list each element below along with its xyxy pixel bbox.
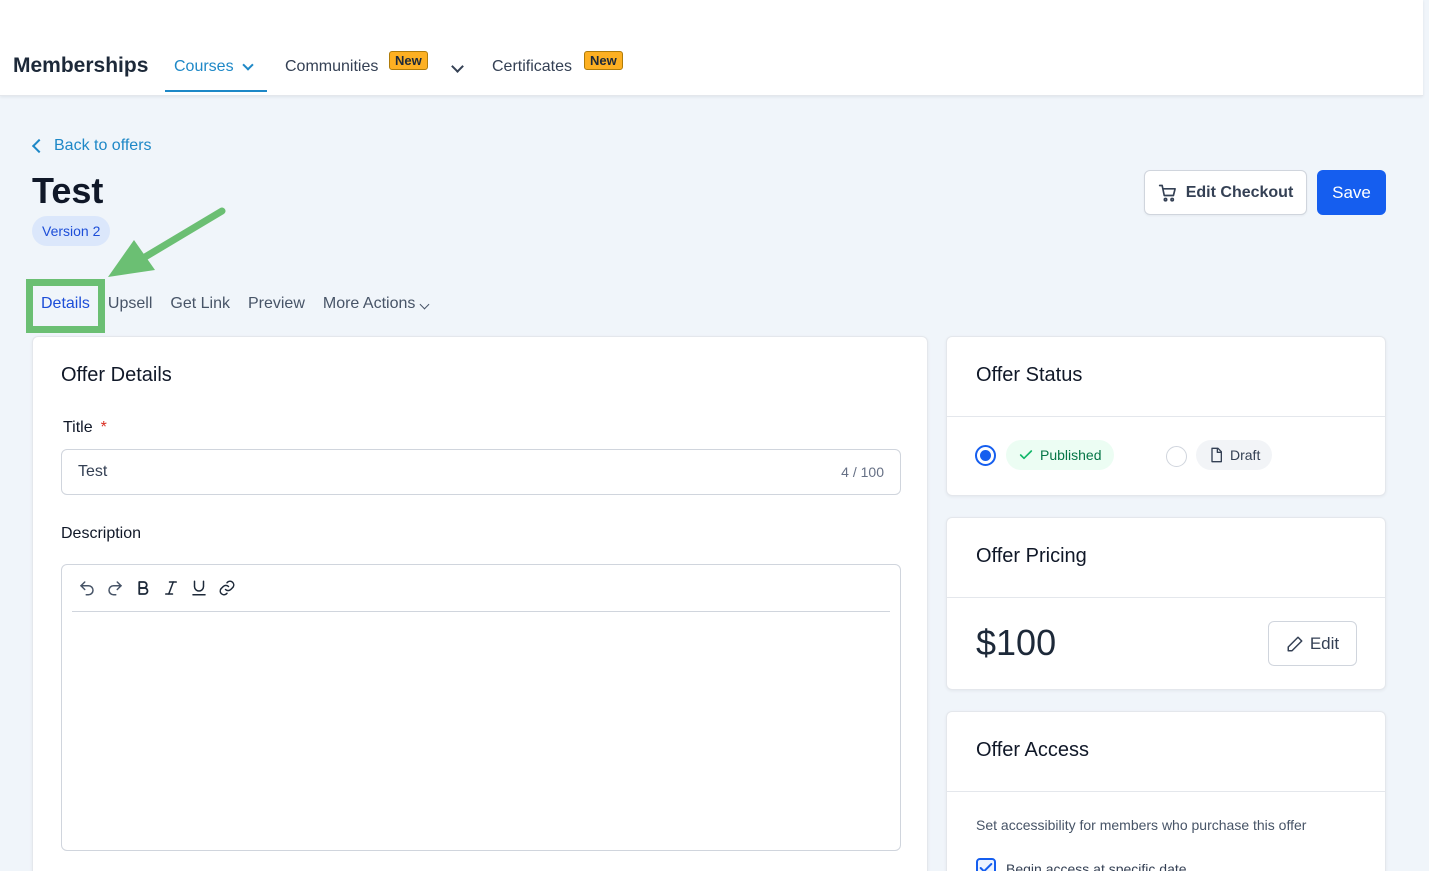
tab-more-actions[interactable]: More Actions: [322, 295, 430, 313]
divider: [947, 791, 1385, 792]
page-title: Test: [32, 170, 104, 211]
new-badge: New: [584, 51, 623, 70]
published-radio[interactable]: [975, 445, 996, 466]
brand-title: Memberships: [13, 54, 149, 77]
edit-checkout-label: Edit Checkout: [1185, 183, 1294, 201]
back-to-offers-link[interactable]: Back to offers: [31, 137, 152, 155]
draft-radio[interactable]: [1166, 446, 1187, 467]
draft-label: Draft: [1230, 447, 1261, 463]
chevron-down-icon: [241, 58, 254, 71]
required-mark: *: [100, 419, 107, 436]
tab-more-actions-label: More Actions: [322, 295, 416, 312]
active-tab-underline: [165, 90, 267, 92]
offer-price: $100: [976, 622, 1057, 663]
offer-pricing-card: Offer Pricing $100 Edit: [946, 517, 1386, 690]
published-label: Published: [1040, 447, 1102, 463]
undo-icon[interactable]: [76, 577, 98, 599]
begin-access-checkbox[interactable]: [976, 858, 996, 871]
offer-access-card: Offer Access Set accessibility for membe…: [946, 711, 1386, 871]
annotation-arrow: [108, 207, 226, 277]
back-label: Back to offers: [54, 137, 152, 154]
nav-tab-courses[interactable]: Courses: [174, 58, 254, 76]
title-char-counter: 4 / 100: [841, 464, 884, 480]
italic-icon[interactable]: [160, 577, 182, 599]
cart-icon: [1158, 184, 1176, 202]
save-button[interactable]: Save: [1317, 170, 1386, 215]
offer-details-heading: Offer Details: [61, 364, 172, 386]
nav-tab-communities[interactable]: Communities: [285, 58, 378, 76]
title-label: Title: [63, 419, 93, 436]
nav-tab-courses-label: Courses: [174, 58, 234, 75]
offer-access-heading: Offer Access: [976, 739, 1090, 761]
version-badge: Version 2: [32, 216, 111, 246]
annotation-highlight-box: [26, 279, 105, 333]
offer-pricing-heading: Offer Pricing: [976, 545, 1087, 567]
link-icon[interactable]: [216, 577, 238, 599]
offer-status-card: Offer Status Published Draft: [946, 336, 1386, 496]
offer-details-card: Offer Details Title * Test 4 / 100 Descri…: [32, 336, 928, 871]
edit-pricing-button[interactable]: Edit: [1268, 621, 1357, 666]
draft-status-pill: Draft: [1196, 440, 1273, 470]
nav-tab-certificates-label: Certificates: [492, 58, 573, 75]
pencil-icon: [1287, 636, 1303, 651]
redo-icon[interactable]: [104, 577, 126, 599]
divider: [947, 597, 1385, 598]
description-label: Description: [61, 525, 142, 542]
chevron-left-icon: [31, 138, 47, 154]
check-icon: [1019, 450, 1033, 460]
editor-toolbar: [72, 565, 890, 612]
title-field-label: Title *: [63, 419, 107, 437]
tab-get-link[interactable]: Get Link: [170, 295, 230, 313]
divider: [947, 416, 1385, 417]
underline-icon[interactable]: [188, 577, 210, 599]
tab-upsell[interactable]: Upsell: [108, 295, 152, 313]
document-icon: [1211, 447, 1222, 463]
title-input[interactable]: Test 4 / 100: [61, 449, 901, 495]
chevron-down-icon[interactable]: [451, 60, 464, 73]
offer-status-heading: Offer Status: [976, 364, 1083, 386]
edit-checkout-button[interactable]: Edit Checkout: [1144, 170, 1307, 215]
bold-icon[interactable]: [132, 577, 154, 599]
edit-label: Edit: [1309, 633, 1340, 653]
published-status-pill: Published: [1006, 440, 1114, 470]
nav-tab-certificates[interactable]: Certificates: [492, 58, 572, 76]
offer-access-description: Set accessibility for members who purcha…: [976, 817, 1307, 833]
check-icon: [979, 863, 993, 871]
nav-tab-communities-label: Communities: [285, 58, 379, 75]
chevron-down-icon: [419, 299, 430, 310]
new-badge: New: [389, 51, 428, 70]
description-editor[interactable]: [61, 564, 901, 851]
tab-preview[interactable]: Preview: [248, 295, 305, 313]
top-nav: Memberships Courses Communities New Cert…: [0, 0, 1423, 96]
begin-access-label: Begin access at specific date: [1006, 861, 1187, 871]
title-input-value: Test: [78, 463, 108, 480]
